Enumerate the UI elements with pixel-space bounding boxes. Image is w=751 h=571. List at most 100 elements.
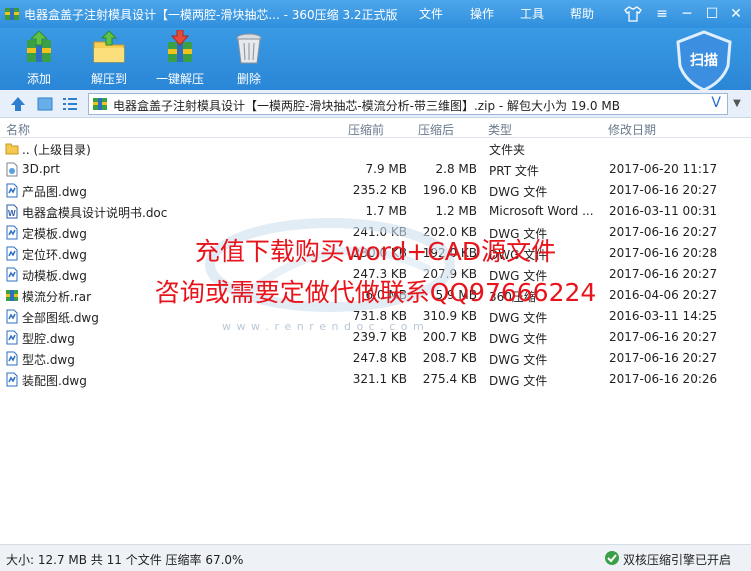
file-row[interactable]: 型芯.dwg 247.8 KB 208.7 KB DWG 文件 2017-06-16 2… bbox=[0, 348, 751, 369]
file-size: 235.2 KB bbox=[352, 183, 407, 197]
dwg-icon bbox=[6, 246, 18, 261]
dual-core-engine-icon bbox=[605, 551, 619, 565]
address-dropdown[interactable]: ▼ bbox=[728, 93, 746, 115]
col-size[interactable]: 压缩前 bbox=[348, 121, 384, 138]
file-type: DWG 文件 bbox=[489, 227, 548, 241]
file-modified: 2017-06-16 20:27 bbox=[609, 267, 718, 281]
menu-file[interactable]: 文件 bbox=[419, 5, 443, 22]
file-type: DWG 文件 bbox=[489, 269, 548, 283]
file-modified: 2017-06-16 20:27 bbox=[609, 183, 718, 197]
dwg-icon bbox=[6, 330, 18, 345]
file-type: DWG 文件 bbox=[489, 248, 548, 262]
app-icon bbox=[5, 8, 19, 20]
thumbnail-view-icon[interactable] bbox=[35, 94, 55, 114]
add-icon bbox=[27, 30, 51, 62]
file-row[interactable]: 定位环.dwg 230.0 KB 192.0 KB DWG 文件 2017-06-16 … bbox=[0, 243, 751, 264]
dwg-icon bbox=[6, 225, 18, 240]
file-type: DWG 文件 bbox=[489, 311, 548, 325]
file-size: 241.0 KB bbox=[352, 225, 407, 239]
zip-icon bbox=[93, 98, 107, 110]
file-modified: 2017-06-16 20:27 bbox=[609, 330, 718, 344]
file-row[interactable]: 装配图.dwg 321.1 KB 275.4 KB DWG 文件 2017-06-16 … bbox=[0, 369, 751, 390]
verify-button[interactable]: V bbox=[711, 95, 721, 111]
file-row[interactable]: 动模板.dwg 247.3 KB 207.9 KB DWG 文件 2017-06-16 … bbox=[0, 264, 751, 285]
file-row[interactable]: 模流分析.rar 6.0 MB 5.9 MB 360压缩 2016-04-06 20:2… bbox=[0, 285, 751, 306]
dwg-icon bbox=[6, 267, 18, 282]
file-row[interactable]: .. (上级目录) 文件夹 bbox=[0, 138, 751, 159]
file-row[interactable]: 产品图.dwg 235.2 KB 196.0 KB DWG 文件 2017-06-16 … bbox=[0, 180, 751, 201]
file-type: PRT 文件 bbox=[489, 164, 539, 178]
menu-icon[interactable]: ≡ bbox=[651, 4, 673, 24]
file-type: 360压缩 bbox=[489, 290, 536, 304]
file-row[interactable]: 定模板.dwg 241.0 KB 202.0 KB DWG 文件 2017-06-16 … bbox=[0, 222, 751, 243]
file-size: 7.9 MB bbox=[365, 162, 407, 176]
file-modified: 2016-03-11 00:31 bbox=[609, 204, 718, 218]
file-list: .. (上级目录) 文件夹 3D.prt 7.9 MB 2.8 MB PRT 文件 2017… bbox=[0, 138, 751, 544]
minimize-icon[interactable]: ─ bbox=[676, 4, 698, 24]
extract-to-button[interactable]: 解压到 bbox=[73, 30, 145, 88]
file-size: 321.1 KB bbox=[352, 372, 407, 386]
svg-text:W: W bbox=[8, 209, 16, 218]
delete-button[interactable]: 删除 bbox=[213, 30, 285, 88]
file-name: 电器盒模具设计说明书.doc bbox=[22, 206, 168, 220]
file-modified: 2017-06-16 20:26 bbox=[609, 372, 718, 386]
up-arrow-icon[interactable] bbox=[8, 94, 28, 114]
status-summary: 大小: 12.7 MB 共 11 个文件 压缩率 67.0% bbox=[6, 553, 244, 567]
file-name: 模流分析.rar bbox=[22, 290, 92, 304]
file-name: 产品图.dwg bbox=[22, 185, 87, 199]
file-modified: 2017-06-16 20:27 bbox=[609, 351, 718, 365]
file-packed-size: 192.0 KB bbox=[422, 246, 477, 260]
file-size: 1.7 MB bbox=[365, 204, 407, 218]
col-type[interactable]: 类型 bbox=[488, 121, 512, 138]
file-name: 装配图.dwg bbox=[22, 374, 87, 388]
toolbar: 添加 解压到 一键解压 删除 bbox=[0, 28, 751, 90]
file-packed-size: 202.0 KB bbox=[422, 225, 477, 239]
menu-operation[interactable]: 操作 bbox=[470, 5, 494, 22]
status-engine: 双核压缩引擎已开启 bbox=[622, 553, 731, 567]
col-packed[interactable]: 压缩后 bbox=[418, 121, 454, 138]
file-type: DWG 文件 bbox=[489, 185, 548, 199]
trash-icon bbox=[236, 33, 262, 64]
file-modified: 2017-06-20 11:17 bbox=[609, 162, 718, 176]
file-packed-size: 208.7 KB bbox=[422, 351, 477, 365]
file-icon bbox=[6, 162, 18, 177]
file-size: 230.0 KB bbox=[352, 246, 407, 260]
one-click-extract-button[interactable]: 一键解压 bbox=[143, 30, 217, 88]
close-icon[interactable]: ✕ bbox=[725, 4, 747, 24]
file-packed-size: 310.9 KB bbox=[422, 309, 477, 323]
one-click-extract-icon bbox=[168, 30, 192, 62]
file-packed-size: 275.4 KB bbox=[422, 372, 477, 386]
file-name: 型芯.dwg bbox=[22, 353, 75, 367]
file-modified: 2017-06-16 20:28 bbox=[609, 246, 718, 260]
file-type: DWG 文件 bbox=[489, 353, 548, 367]
file-name: 型腔.dwg bbox=[22, 332, 75, 346]
word-icon: W bbox=[6, 204, 18, 219]
scan-button[interactable]: 扫描 bbox=[674, 30, 734, 92]
file-type: 文件夹 bbox=[489, 143, 526, 157]
file-packed-size: 5.9 MB bbox=[435, 288, 477, 302]
title-bar: 电器盒盖子注射模具设计【一模两腔-滑块抽芯... - 360压缩 3.2正式版 … bbox=[0, 0, 751, 28]
address-field[interactable]: 电器盒盖子注射模具设计【一模两腔-滑块抽芯-模流分析-带三维图】.zip - 解… bbox=[88, 93, 728, 115]
file-packed-size: 1.2 MB bbox=[435, 204, 477, 218]
maximize-icon[interactable]: ☐ bbox=[701, 4, 723, 24]
skin-icon[interactable] bbox=[624, 6, 642, 22]
menu-tools[interactable]: 工具 bbox=[520, 5, 544, 22]
dwg-icon bbox=[6, 309, 18, 324]
file-type: Microsoft Word ... bbox=[489, 204, 594, 218]
file-packed-size: 200.7 KB bbox=[422, 330, 477, 344]
list-view-icon[interactable] bbox=[60, 94, 80, 114]
status-bar: 大小: 12.7 MB 共 11 个文件 压缩率 67.0% 双核压缩引擎已开启 bbox=[0, 544, 751, 571]
dwg-icon bbox=[6, 351, 18, 366]
add-button[interactable]: 添加 bbox=[3, 30, 75, 88]
col-name[interactable]: 名称 bbox=[6, 121, 30, 138]
menu-help[interactable]: 帮助 bbox=[570, 5, 594, 22]
file-row[interactable]: 3D.prt 7.9 MB 2.8 MB PRT 文件 2017-06-20 11:17 bbox=[0, 159, 751, 180]
col-modified[interactable]: 修改日期 bbox=[608, 121, 656, 138]
file-modified: 2016-03-11 14:25 bbox=[609, 309, 718, 323]
address-path: 电器盒盖子注射模具设计【一模两腔-滑块抽芯-模流分析-带三维图】.zip - 解… bbox=[113, 99, 620, 113]
file-name: .. (上级目录) bbox=[22, 143, 91, 157]
file-type: DWG 文件 bbox=[489, 332, 548, 346]
address-bar: 电器盒盖子注射模具设计【一模两腔-滑块抽芯-模流分析-带三维图】.zip - 解… bbox=[0, 90, 751, 118]
file-row[interactable]: W 电器盒模具设计说明书.doc 1.7 MB 1.2 MB Microsoft Wor… bbox=[0, 201, 751, 222]
file-packed-size: 207.9 KB bbox=[422, 267, 477, 281]
